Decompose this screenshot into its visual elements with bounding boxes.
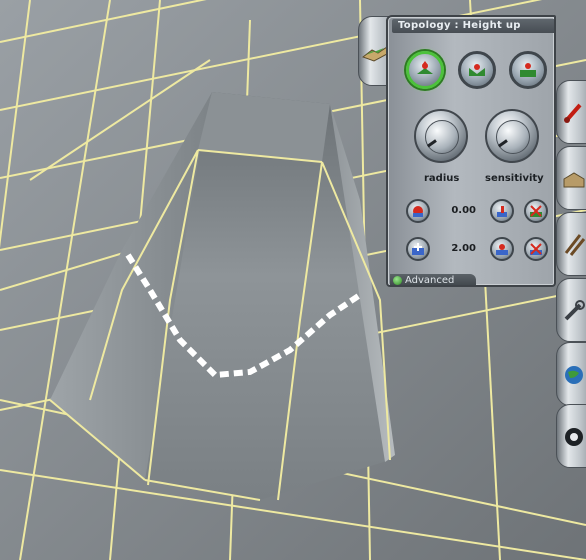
raise-marker-icon (496, 244, 508, 255)
settings-wheel-icon (565, 428, 583, 446)
smooth-icon (413, 206, 423, 217)
topology-panel: Topology : Height up radius sensitivity (386, 15, 556, 287)
tab-track[interactable] (556, 212, 586, 276)
panel-title: Topology : Height up (392, 19, 554, 33)
railway-track-icon (564, 234, 586, 256)
paint-brush-icon (564, 103, 582, 123)
sensitivity-knob[interactable] (485, 109, 539, 163)
radius-knob[interactable] (414, 109, 468, 163)
tab-paint[interactable] (556, 80, 586, 144)
tab-buildings[interactable] (556, 146, 586, 210)
building-icon (563, 172, 585, 188)
plateau-button[interactable] (509, 51, 547, 89)
radius-knob-face (425, 120, 459, 154)
remove-marker-icon (530, 243, 542, 255)
advanced-indicator-icon (393, 276, 402, 285)
tab-tools[interactable] (556, 278, 586, 342)
lock-height-icon (497, 206, 507, 217)
lock-height-button[interactable] (490, 199, 514, 223)
height-down-button[interactable] (458, 51, 496, 89)
advanced-toggle[interactable]: Advanced (390, 274, 476, 286)
raise-marker-button[interactable] (490, 237, 514, 261)
row2-value[interactable]: 2.00 (424, 242, 476, 256)
clear-height-button[interactable] (524, 199, 548, 223)
radius-label: radius (424, 173, 460, 184)
height-down-icon (469, 64, 485, 76)
height-up-button[interactable] (406, 51, 444, 89)
add-height-icon (412, 243, 424, 255)
remove-marker-button[interactable] (524, 237, 548, 261)
sensitivity-knob-face (496, 120, 530, 154)
wrench-icon (564, 300, 585, 321)
plateau-icon (520, 63, 536, 77)
row1-value[interactable]: 0.00 (424, 204, 476, 218)
topology-tab-icon (362, 46, 388, 62)
tab-settings[interactable] (556, 404, 586, 468)
height-up-icon (417, 61, 433, 74)
advanced-label: Advanced (405, 275, 455, 286)
tab-world[interactable] (556, 342, 586, 406)
globe-icon (565, 366, 583, 384)
sensitivity-label: sensitivity (485, 173, 544, 184)
clear-height-icon (530, 205, 542, 217)
